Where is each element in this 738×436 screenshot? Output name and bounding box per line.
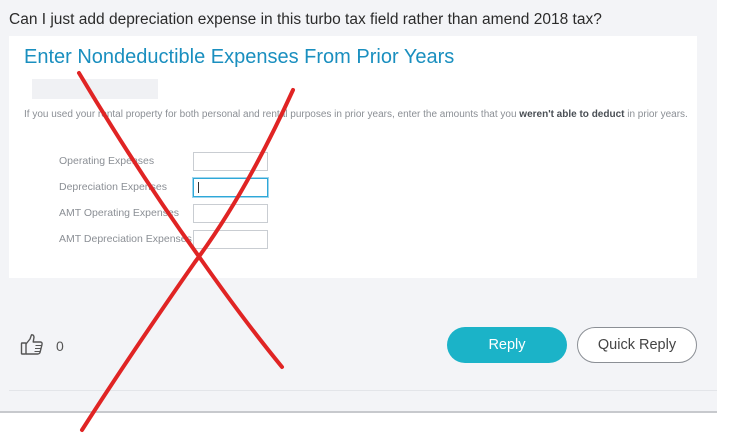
right-gutter (717, 0, 738, 413)
reply-button[interactable]: Reply (447, 327, 567, 363)
depreciation-expenses-label: Depreciation Expenses (59, 181, 167, 193)
text-caret (198, 182, 199, 193)
embedded-screenshot: Enter Nondeductible Expenses From Prior … (9, 36, 697, 278)
amt-depreciation-expenses-label: AMT Depreciation Expenses (59, 233, 192, 245)
thumbs-up-icon[interactable] (20, 333, 44, 357)
post-divider (9, 390, 717, 391)
forum-post: Can I just add depreciation expense in t… (0, 0, 717, 436)
page-background (0, 413, 738, 436)
description-text: If you used your rental property for bot… (24, 109, 520, 120)
amt-operating-expenses-label: AMT Operating Expenses (59, 207, 180, 219)
quick-reply-button[interactable]: Quick Reply (577, 327, 697, 363)
placeholder-block (32, 79, 158, 99)
description-text-end: in prior years. (624, 109, 688, 120)
operating-expenses-label: Operating Expenses (59, 155, 155, 167)
post-question: Can I just add depreciation expense in t… (9, 11, 602, 28)
like-count: 0 (56, 338, 64, 354)
operating-expenses-input[interactable] (193, 152, 268, 171)
amt-operating-expenses-input[interactable] (193, 204, 268, 223)
depreciation-expenses-input[interactable] (193, 178, 268, 197)
screenshot-title: Enter Nondeductible Expenses From Prior … (24, 46, 455, 68)
description-bold: weren't able to deduct (519, 109, 625, 120)
screenshot-description: If you used your rental property for bot… (24, 107, 692, 123)
amt-depreciation-expenses-input[interactable] (193, 230, 268, 249)
